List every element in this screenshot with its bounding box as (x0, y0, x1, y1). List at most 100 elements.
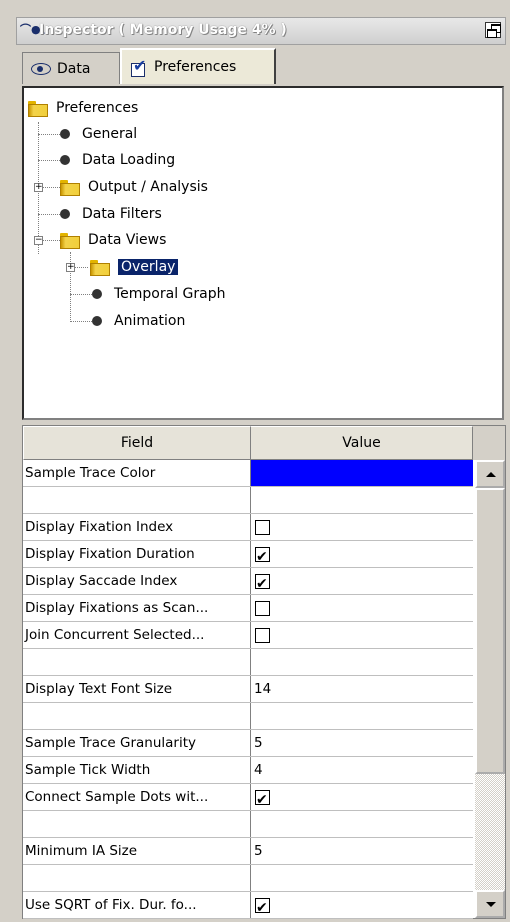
tree-item-data-views[interactable]: Data Views (60, 228, 166, 252)
tree-item-label: Preferences (56, 100, 139, 116)
leaf-dot-icon (60, 209, 70, 219)
grid-row[interactable]: Display Text Font Size 14 (23, 676, 473, 703)
value-cell[interactable]: 5 (251, 838, 473, 864)
folder-icon (90, 258, 112, 276)
value-cell[interactable] (251, 487, 473, 513)
checkbox-checked[interactable] (255, 544, 270, 570)
value-cell[interactable] (251, 649, 473, 675)
grid-row[interactable] (23, 703, 473, 730)
value-cell[interactable] (251, 568, 473, 597)
grid-row[interactable] (23, 487, 473, 514)
value-cell[interactable] (251, 541, 473, 570)
value-text: 5 (254, 843, 263, 859)
tab-data-label: Data (57, 60, 91, 77)
tree-item-overlay[interactable]: Overlay (90, 255, 180, 279)
tree-item-general[interactable]: General (54, 122, 137, 146)
grid-row[interactable]: Minimum IA Size 5 (23, 838, 473, 865)
grid-row[interactable]: Display Fixation Index (23, 514, 473, 541)
restore-window-button[interactable] (485, 22, 501, 38)
grid-row[interactable] (23, 865, 473, 892)
tree-item-data-filters[interactable]: Data Filters (54, 202, 162, 226)
value-cell[interactable] (251, 892, 473, 921)
tree-item-label: Output / Analysis (88, 179, 208, 195)
tree-item-preferences[interactable]: Preferences (28, 96, 138, 120)
field-cell (23, 703, 251, 729)
tree-item-output-analysis[interactable]: Output / Analysis (60, 175, 208, 199)
value-cell[interactable] (251, 595, 473, 621)
leaf-dot-icon (60, 129, 70, 139)
value-cell[interactable] (251, 460, 473, 486)
column-header-value[interactable]: Value (251, 426, 473, 460)
grid-row[interactable]: Sample Tick Width 4 (23, 757, 473, 784)
tree-item-label: Temporal Graph (114, 286, 226, 302)
field-cell (23, 811, 251, 837)
value-text: 4 (254, 762, 263, 778)
field-cell: Display Text Font Size (23, 676, 251, 702)
collapse-minus-icon[interactable]: − (34, 236, 43, 245)
tab-data[interactable]: Data (22, 52, 120, 84)
checkbox-unchecked[interactable] (255, 628, 270, 643)
grid-row[interactable] (23, 811, 473, 838)
field-cell: Sample Trace Color (23, 460, 251, 486)
field-cell (23, 487, 251, 513)
grid-row[interactable] (23, 649, 473, 676)
value-cell[interactable] (251, 865, 473, 891)
tree-item-temporal-graph[interactable]: Temporal Graph (86, 282, 226, 306)
property-grid[interactable]: Field Value Sample Trace Color Display Fi… (22, 425, 506, 921)
inspector-eye-icon: ⌒●\ (20, 23, 45, 36)
tab-preferences-label: Preferences (154, 59, 237, 75)
tree-item-label: Data Filters (82, 206, 162, 222)
value-text: 5 (254, 735, 263, 751)
field-cell: Connect Sample Dots wit... (23, 784, 251, 810)
scroll-down-arrow-icon[interactable] (475, 890, 505, 918)
checkbox-unchecked[interactable] (255, 520, 270, 535)
grid-row[interactable]: Join Concurrent Selected... (23, 622, 473, 649)
expand-plus-icon[interactable]: + (34, 183, 43, 192)
leaf-dot-icon (92, 289, 102, 299)
grid-row[interactable]: Sample Trace Color (23, 460, 473, 487)
checkbox-unchecked[interactable] (255, 601, 270, 616)
field-cell: Minimum IA Size (23, 838, 251, 864)
grid-row[interactable]: Display Fixations as Scan... (23, 595, 473, 622)
leaf-dot-icon (60, 155, 70, 165)
grid-header: Field Value (23, 426, 473, 460)
column-header-field[interactable]: Field (23, 426, 251, 460)
folder-icon (60, 178, 82, 196)
scrollbar-thumb[interactable] (475, 488, 505, 774)
color-swatch[interactable] (251, 460, 473, 486)
tree-item-label: Data Loading (82, 152, 176, 168)
value-cell[interactable] (251, 622, 473, 648)
value-cell[interactable] (251, 514, 473, 540)
checkbox-checked[interactable] (255, 787, 270, 813)
checkbox-checked[interactable] (255, 895, 270, 921)
field-cell (23, 649, 251, 675)
value-cell[interactable]: 4 (251, 757, 473, 783)
vertical-scrollbar[interactable] (475, 460, 505, 918)
preferences-tree[interactable]: Preferences General Data Loading + Outpu… (22, 86, 504, 420)
value-cell[interactable]: 5 (251, 730, 473, 756)
value-cell[interactable] (251, 811, 473, 837)
grid-row[interactable]: Display Saccade Index (23, 568, 473, 597)
tree-item-data-loading[interactable]: Data Loading (54, 148, 175, 172)
field-cell: Display Fixation Index (23, 514, 251, 540)
tab-preferences[interactable]: Preferences (120, 48, 276, 84)
value-cell[interactable] (251, 784, 473, 813)
grid-row[interactable]: Display Fixation Duration (23, 541, 473, 570)
inspector-titlebar[interactable]: ⌒●\ Inspector ( Memory Usage 4% ) (16, 17, 506, 45)
folder-icon (60, 231, 82, 249)
folder-icon (28, 99, 50, 117)
value-text: 14 (254, 681, 272, 697)
value-cell[interactable] (251, 703, 473, 729)
grid-row[interactable]: Connect Sample Dots wit... (23, 784, 473, 813)
field-cell: Display Fixation Duration (23, 541, 251, 567)
grid-row[interactable]: Sample Trace Granularity 5 (23, 730, 473, 757)
scroll-up-arrow-icon[interactable] (475, 460, 505, 488)
checkbox-checked[interactable] (255, 571, 270, 597)
tree-item-label: Animation (114, 313, 186, 329)
grid-row[interactable]: Use SQRT of Fix. Dur. fo... (23, 892, 473, 921)
value-cell[interactable]: 14 (251, 676, 473, 702)
field-cell: Sample Trace Granularity (23, 730, 251, 756)
window-title: Inspector ( Memory Usage 4% ) (39, 22, 287, 38)
tree-item-animation[interactable]: Animation (86, 309, 185, 333)
expand-plus-icon[interactable]: + (66, 263, 75, 272)
